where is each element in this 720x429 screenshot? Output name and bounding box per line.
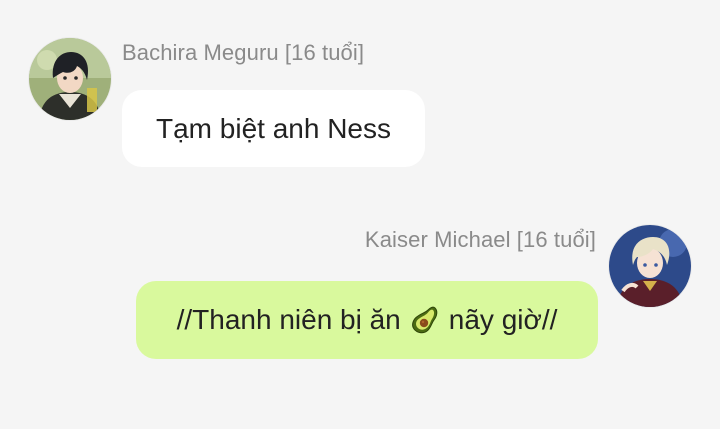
message-text-before: //Thanh niên bị ăn	[176, 304, 401, 335]
avocado-icon	[411, 306, 438, 334]
avatar-bachira[interactable]	[29, 38, 111, 120]
message-text: Tạm biệt anh Ness	[156, 112, 391, 144]
sender-name-kaiser: Kaiser Michael [16 tuổi]	[364, 227, 596, 252]
message-text-after: nãy giờ//	[448, 304, 558, 335]
avatar-kaiser[interactable]	[609, 225, 691, 307]
sender-name-bachira: Bachira Meguru [16 tuổi]	[122, 40, 365, 65]
message-bubble-bachira[interactable]: Tạm biệt anh Ness	[122, 90, 425, 167]
message-bubble-kaiser[interactable]: //Thanh niên bị ăn nãy giờ//	[136, 281, 598, 359]
anime-boy-blonde-hair-avatar-icon	[609, 225, 691, 307]
anime-boy-dark-hair-avatar-icon	[29, 38, 111, 120]
